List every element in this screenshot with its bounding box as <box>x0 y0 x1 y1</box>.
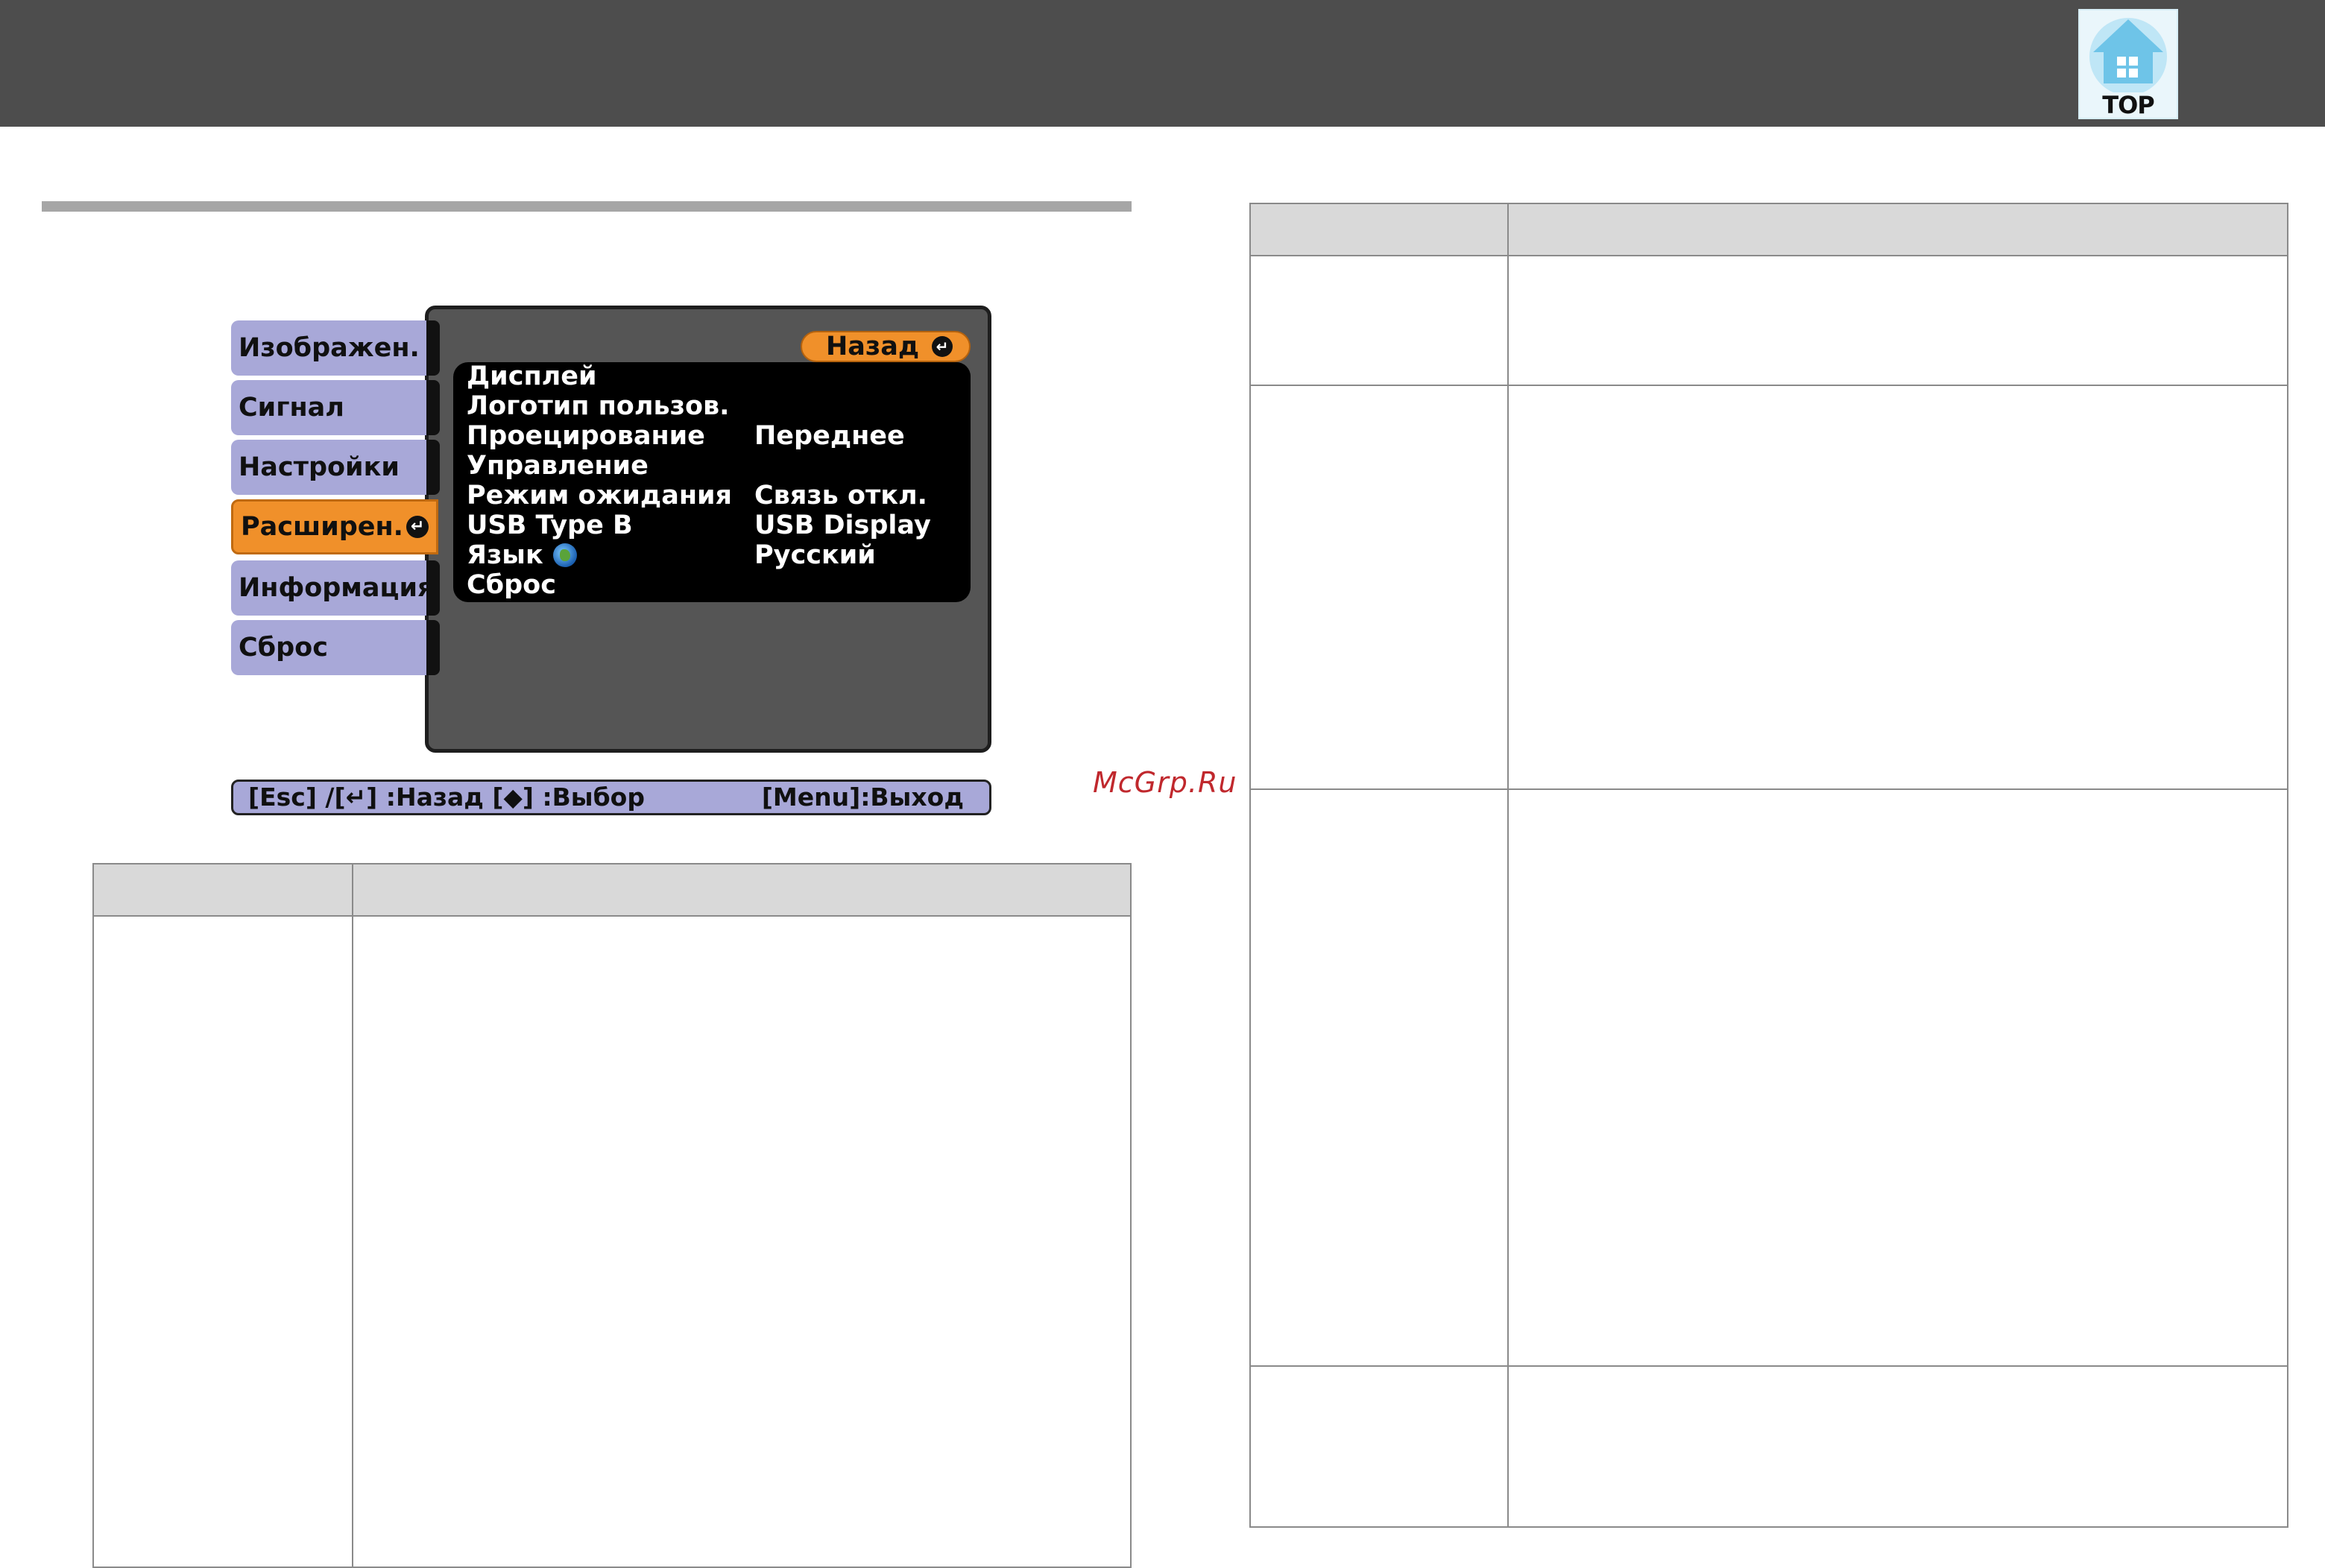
tab-label: Расширен. <box>241 512 403 542</box>
menu-item-value: Русский <box>754 540 876 570</box>
menu-item-user-logo[interactable]: Логотип пользов. <box>456 392 971 420</box>
back-button-label: Назад <box>826 332 920 361</box>
section-rule <box>42 201 1132 212</box>
menu-item-projection[interactable]: Проецирование Переднее <box>456 422 971 450</box>
tab-label: Изображен. <box>239 333 420 363</box>
menu-item-label: Управление <box>467 451 649 481</box>
help-navigation-text: [Esc] /[↵] :Назад [◆] :Выбор <box>248 783 645 812</box>
menu-item-label: USB Type B <box>467 510 633 540</box>
menu-item-label: Режим ожидания <box>467 481 732 510</box>
table-column-divider <box>352 864 353 1568</box>
back-button[interactable]: Назад ↵ <box>801 331 971 362</box>
home-icon <box>2089 18 2167 92</box>
settings-table-left <box>92 863 1132 1568</box>
tab-signal[interactable]: Сигнал <box>231 380 432 435</box>
menu-item-operation[interactable]: Управление <box>456 452 971 480</box>
menu-item-label: Дисплей <box>467 361 597 391</box>
menu-item-reset[interactable]: Сброс <box>456 571 971 599</box>
enter-icon: ↵ <box>932 336 953 357</box>
tab-label: Информация <box>239 573 435 603</box>
table-row-divider <box>1251 385 2287 386</box>
tab-notch <box>426 320 440 376</box>
tab-label: Сброс <box>239 633 328 663</box>
menu-item-display[interactable]: Дисплей <box>456 362 971 391</box>
menu-item-value: USB Display <box>754 510 931 540</box>
menu-item-value: Переднее <box>754 421 905 451</box>
table-row-divider <box>1251 788 2287 790</box>
table-header-row <box>1251 204 2287 256</box>
menu-item-language[interactable]: Язык Русский <box>456 541 971 569</box>
header-bar <box>0 0 2325 127</box>
menu-item-label: Сброс <box>467 570 556 600</box>
menu-item-standby-mode[interactable]: Режим ожидания Связь откл. <box>456 481 971 510</box>
tab-information[interactable]: Информация <box>231 560 435 616</box>
menu-item-label: Логотип пользов. <box>467 391 730 421</box>
top-label: TOP <box>2102 91 2154 119</box>
tab-notch <box>426 380 440 435</box>
tab-notch <box>426 440 440 495</box>
help-exit-text: [Menu]:Выход <box>761 783 964 812</box>
tab-label: Сигнал <box>239 393 344 423</box>
tab-notch <box>426 560 440 616</box>
menu-item-usb-type-b[interactable]: USB Type B USB Display <box>456 511 971 540</box>
table-row-divider <box>1251 1365 2287 1367</box>
tab-image[interactable]: Изображен. <box>231 320 432 376</box>
enter-icon: ↵ <box>406 516 429 538</box>
menu-item-label: Язык <box>467 540 543 570</box>
help-bar: [Esc] /[↵] :Назад [◆] :Выбор [Menu]:Выхо… <box>231 780 991 815</box>
menu-item-label: Проецирование <box>467 421 705 451</box>
top-button[interactable]: TOP <box>2078 9 2178 119</box>
menu-item-value: Связь откл. <box>754 481 927 510</box>
tab-settings[interactable]: Настройки <box>231 440 432 495</box>
tab-notch <box>426 620 440 675</box>
watermark-text: McGrp.Ru <box>1093 766 1237 799</box>
table-column-divider <box>1507 204 1509 1528</box>
table-header-row <box>94 864 1130 917</box>
tab-label: Настройки <box>239 452 400 482</box>
tab-reset[interactable]: Сброс <box>231 620 432 675</box>
settings-table-right <box>1249 203 2288 1528</box>
globe-icon <box>553 543 577 567</box>
tab-extended[interactable]: Расширен. ↵ <box>231 499 438 554</box>
